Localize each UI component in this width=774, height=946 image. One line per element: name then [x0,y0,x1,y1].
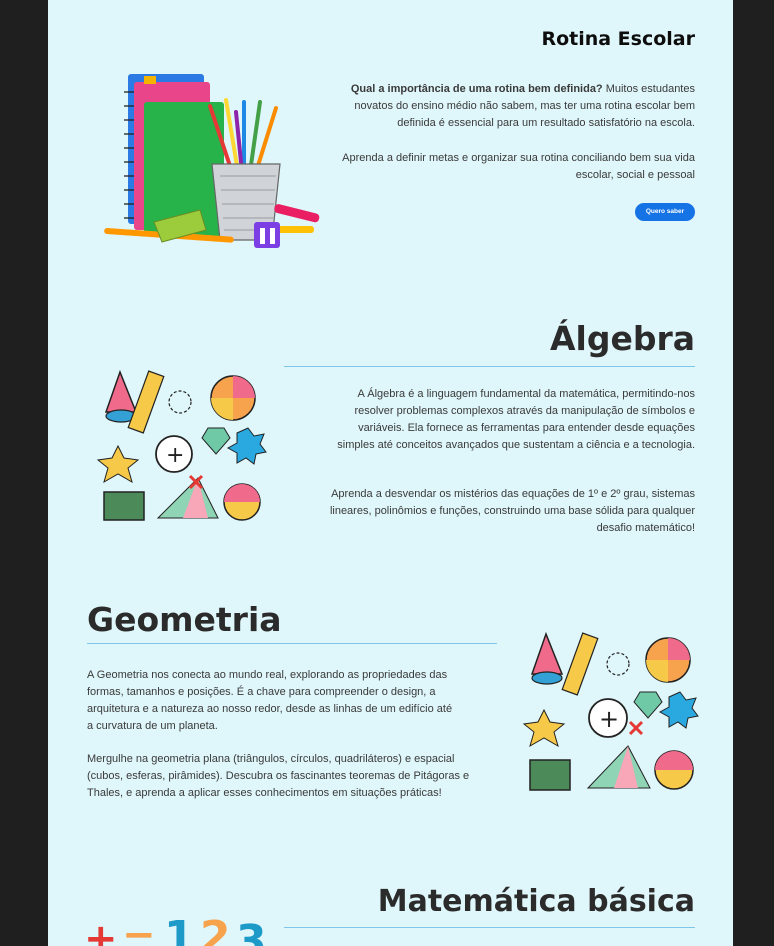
svg-text:+: + [599,705,619,733]
geometria-divider [87,643,497,644]
svg-text:−: − [122,912,156,946]
geometria-paragraph-1: A Geometria nos conecta ao mundo real, e… [87,669,453,732]
math-doodles-image: + [96,369,267,521]
quero-saber-button[interactable]: Quero saber [635,203,695,221]
algebra-paragraph-2: Aprenda a desvendar os mistérios das equ… [329,488,695,534]
page-content: Rotina Escolar Qual a importância de uma… [48,0,733,946]
algebra-divider [284,366,695,367]
svg-text:+: + [84,916,118,946]
algebra-paragraph-1: A Álgebra é a linguagem fundamental da m… [337,388,695,451]
svg-text:2: 2 [200,912,231,946]
section-title-geometria: Geometria [87,600,282,639]
svg-text:3: 3 [236,916,267,946]
rotina-paragraph-1: Qual a importância de uma rotina bem def… [350,83,695,129]
section-title-algebra: Álgebra [549,319,695,358]
basica-divider [284,927,695,928]
svg-text:+: + [166,443,184,468]
svg-text:1: 1 [164,912,195,946]
section-title-matematica-basica: Matemática básica [377,884,695,919]
school-supplies-image [104,74,320,248]
rotina-paragraph-2: Aprenda a definir metas e organizar sua … [342,152,695,181]
numbers-doodle-image: + − 1 2 3 [84,912,267,946]
section-title-rotina: Rotina Escolar [541,28,695,50]
geometria-paragraph-2: Mergulhe na geometria plana (triângulos,… [87,753,470,799]
geometry-doodles-image: + [522,631,699,791]
